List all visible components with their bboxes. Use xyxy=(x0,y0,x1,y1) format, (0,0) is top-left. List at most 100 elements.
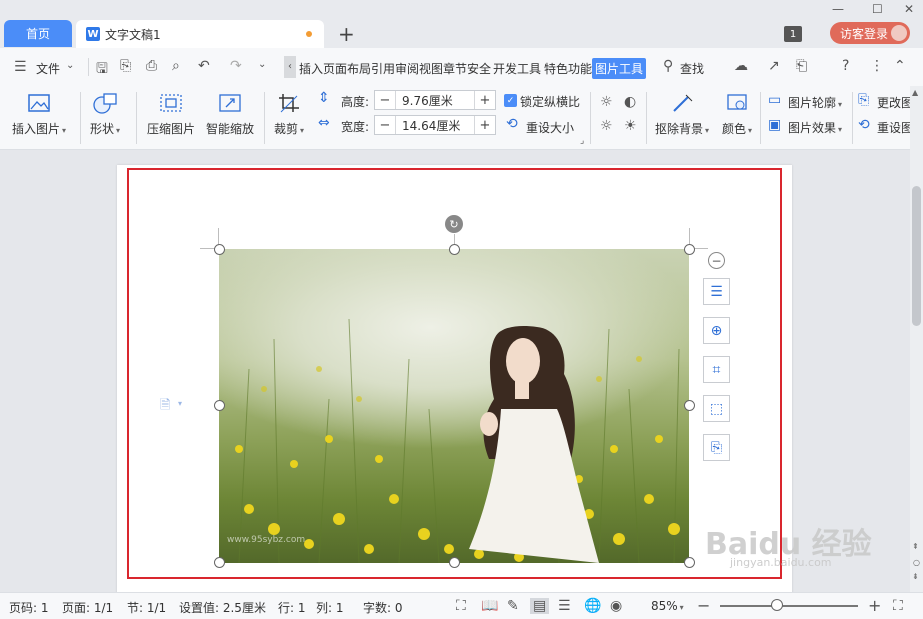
smart-scale-button[interactable]: 智能缩放 xyxy=(206,92,254,137)
help-icon[interactable]: ? xyxy=(842,58,849,74)
reset-picture-button[interactable]: 重设图 xyxy=(877,119,913,136)
outline-view-icon[interactable]: ☰ xyxy=(558,598,571,614)
shape-button[interactable]: 形状 ▾ xyxy=(90,92,120,137)
resize-handle-top[interactable] xyxy=(449,244,460,255)
compress-picture-button[interactable]: 压缩图片 xyxy=(147,92,195,137)
fit-page-icon[interactable]: ⛶ xyxy=(893,598,903,614)
rotate-handle-icon[interactable]: ↻ xyxy=(445,215,463,233)
maximize-icon[interactable]: ☐ xyxy=(872,2,883,16)
picture-convert-icon[interactable]: ⎘ xyxy=(703,434,730,461)
menu-view[interactable]: 视图 xyxy=(419,60,443,77)
insert-picture-button[interactable]: 插入图片 ▾ xyxy=(12,92,66,137)
height-field[interactable]: − 9.76厘米 + xyxy=(374,90,496,110)
close-icon[interactable]: ✕ xyxy=(904,2,914,16)
select-area-icon[interactable]: ⬚ xyxy=(703,395,730,422)
zoom-slider-knob[interactable] xyxy=(771,599,783,611)
page-number[interactable]: 页码: 1 xyxy=(9,599,49,616)
height-increase-button[interactable]: + xyxy=(475,93,495,108)
vertical-scrollbar[interactable]: ▲ ⇞ ○ ⇟ xyxy=(910,86,923,592)
brightness-up-icon[interactable]: ☼ xyxy=(600,94,613,110)
search-icon[interactable]: ⚲ xyxy=(663,58,673,74)
height-decrease-button[interactable]: − xyxy=(375,93,395,108)
wrap-text-icon[interactable]: ☰ xyxy=(703,278,730,305)
reset-size-button[interactable]: 重设大小 xyxy=(526,119,574,136)
zoom-level[interactable]: 85% ▾ xyxy=(651,599,684,613)
color-button[interactable]: 颜色 ▾ xyxy=(722,92,752,137)
prev-page-icon[interactable]: ⇞ xyxy=(912,542,919,551)
menu-review[interactable]: 审阅 xyxy=(395,60,419,77)
menu-page-layout[interactable]: 页面布局 xyxy=(323,60,371,77)
new-tab-button[interactable]: + xyxy=(338,22,355,46)
resize-handle-top-left[interactable] xyxy=(214,244,225,255)
menu-security[interactable]: 安全 xyxy=(467,60,491,77)
width-field[interactable]: − 14.64厘米 + xyxy=(374,115,496,135)
scrollbar-thumb[interactable] xyxy=(912,186,921,326)
resize-handle-left[interactable] xyxy=(214,400,225,411)
scroll-left-icon[interactable]: ‹ xyxy=(284,56,296,78)
crop-button[interactable]: 裁剪 ▾ xyxy=(274,92,304,137)
web-view-icon[interactable]: 🌐 xyxy=(584,598,601,614)
read-mode-icon[interactable]: 📖 xyxy=(481,598,498,614)
resize-handle-bottom[interactable] xyxy=(449,557,460,568)
menu-reference[interactable]: 引用 xyxy=(371,60,395,77)
menu-developer[interactable]: 开发工具 xyxy=(493,60,541,77)
menu-insert[interactable]: 插入 xyxy=(299,60,323,77)
remove-background-button[interactable]: 抠除背景 ▾ xyxy=(655,92,709,137)
zoom-out-button[interactable]: − xyxy=(697,596,710,615)
menu-file[interactable]: 文件 xyxy=(36,60,60,77)
guest-login-button[interactable]: 访客登录 xyxy=(830,22,910,44)
lock-ratio-checkbox[interactable]: ✓ xyxy=(504,94,517,107)
menu-chapter[interactable]: 章节 xyxy=(443,60,467,77)
contrast-down-icon[interactable]: ◐ xyxy=(624,94,636,110)
word-count[interactable]: 字数: 0 xyxy=(363,599,403,616)
search-label[interactable]: 查找 xyxy=(680,60,704,77)
save-icon[interactable]: 🖫 xyxy=(96,58,108,82)
tab-home[interactable]: 首页 xyxy=(4,20,72,47)
next-page-icon[interactable]: ⇟ xyxy=(912,572,919,581)
paragraph-options-icon[interactable]: 🗎 xyxy=(160,396,170,418)
brightness-down-icon[interactable]: ☼ xyxy=(600,118,613,134)
picture-effect-button[interactable]: 图片效果 ▾ xyxy=(788,119,842,136)
tab-document[interactable]: W 文字文稿1 xyxy=(76,20,324,48)
hamburger-icon[interactable]: ☰ xyxy=(14,59,27,75)
contrast-up-icon[interactable]: ☀ xyxy=(624,118,637,134)
scroll-up-icon[interactable]: ▲ xyxy=(912,88,918,97)
export-pdf-icon[interactable]: ⎘ xyxy=(120,58,131,74)
zoom-in-icon[interactable]: ⊕ xyxy=(703,317,730,344)
page-view-icon[interactable]: ▤ xyxy=(530,598,550,614)
chevron-down-icon[interactable]: ⌄ xyxy=(66,60,74,71)
width-decrease-button[interactable]: − xyxy=(375,118,395,133)
size-dialog-launcher-icon[interactable]: ⌟ xyxy=(580,136,584,146)
chevron-down-icon[interactable]: ▾ xyxy=(178,399,182,408)
cloud-icon[interactable]: ☁ xyxy=(734,58,748,74)
more-icon[interactable]: ⋮ xyxy=(870,58,884,74)
resize-handle-right[interactable] xyxy=(684,400,695,411)
picture-outline-button[interactable]: 图片轮廓 ▾ xyxy=(788,94,842,111)
share-icon[interactable]: ↗ xyxy=(768,58,780,74)
resize-handle-bottom-right[interactable] xyxy=(684,557,695,568)
print-preview-icon[interactable]: ⌕ xyxy=(172,58,180,74)
resize-handle-bottom-left[interactable] xyxy=(214,557,225,568)
collapse-toolbar-icon[interactable]: − xyxy=(708,252,725,269)
height-value[interactable]: 9.76厘米 xyxy=(395,91,475,109)
collaborate-icon[interactable]: ⎗ xyxy=(796,58,807,74)
fullscreen-icon[interactable]: ⛶ xyxy=(456,598,466,614)
menu-features[interactable]: 特色功能 xyxy=(544,60,592,77)
width-increase-button[interactable]: + xyxy=(475,118,495,133)
select-browse-icon[interactable]: ○ xyxy=(913,558,920,567)
edit-mode-icon[interactable]: ✎ xyxy=(507,598,519,614)
crop-icon[interactable]: ⌗ xyxy=(703,356,730,383)
customize-toolbar-icon[interactable]: ⌄ xyxy=(258,59,266,70)
collapse-ribbon-icon[interactable]: ⌃ xyxy=(894,58,906,74)
redo-icon[interactable]: ↷ xyxy=(230,58,242,74)
width-value[interactable]: 14.64厘米 xyxy=(395,116,475,134)
resize-handle-top-right[interactable] xyxy=(684,244,695,255)
window-count-badge[interactable]: 1 xyxy=(784,26,802,42)
minimize-icon[interactable]: — xyxy=(832,2,844,16)
undo-icon[interactable]: ↶ xyxy=(198,58,210,74)
menu-picture-tools[interactable]: 图片工具 xyxy=(592,58,647,79)
zoom-slider[interactable] xyxy=(720,605,858,607)
print-icon[interactable]: ⎙ xyxy=(146,58,157,74)
selected-image[interactable]: www.95sybz.com xyxy=(219,249,689,563)
change-picture-button[interactable]: 更改图 xyxy=(877,94,913,111)
